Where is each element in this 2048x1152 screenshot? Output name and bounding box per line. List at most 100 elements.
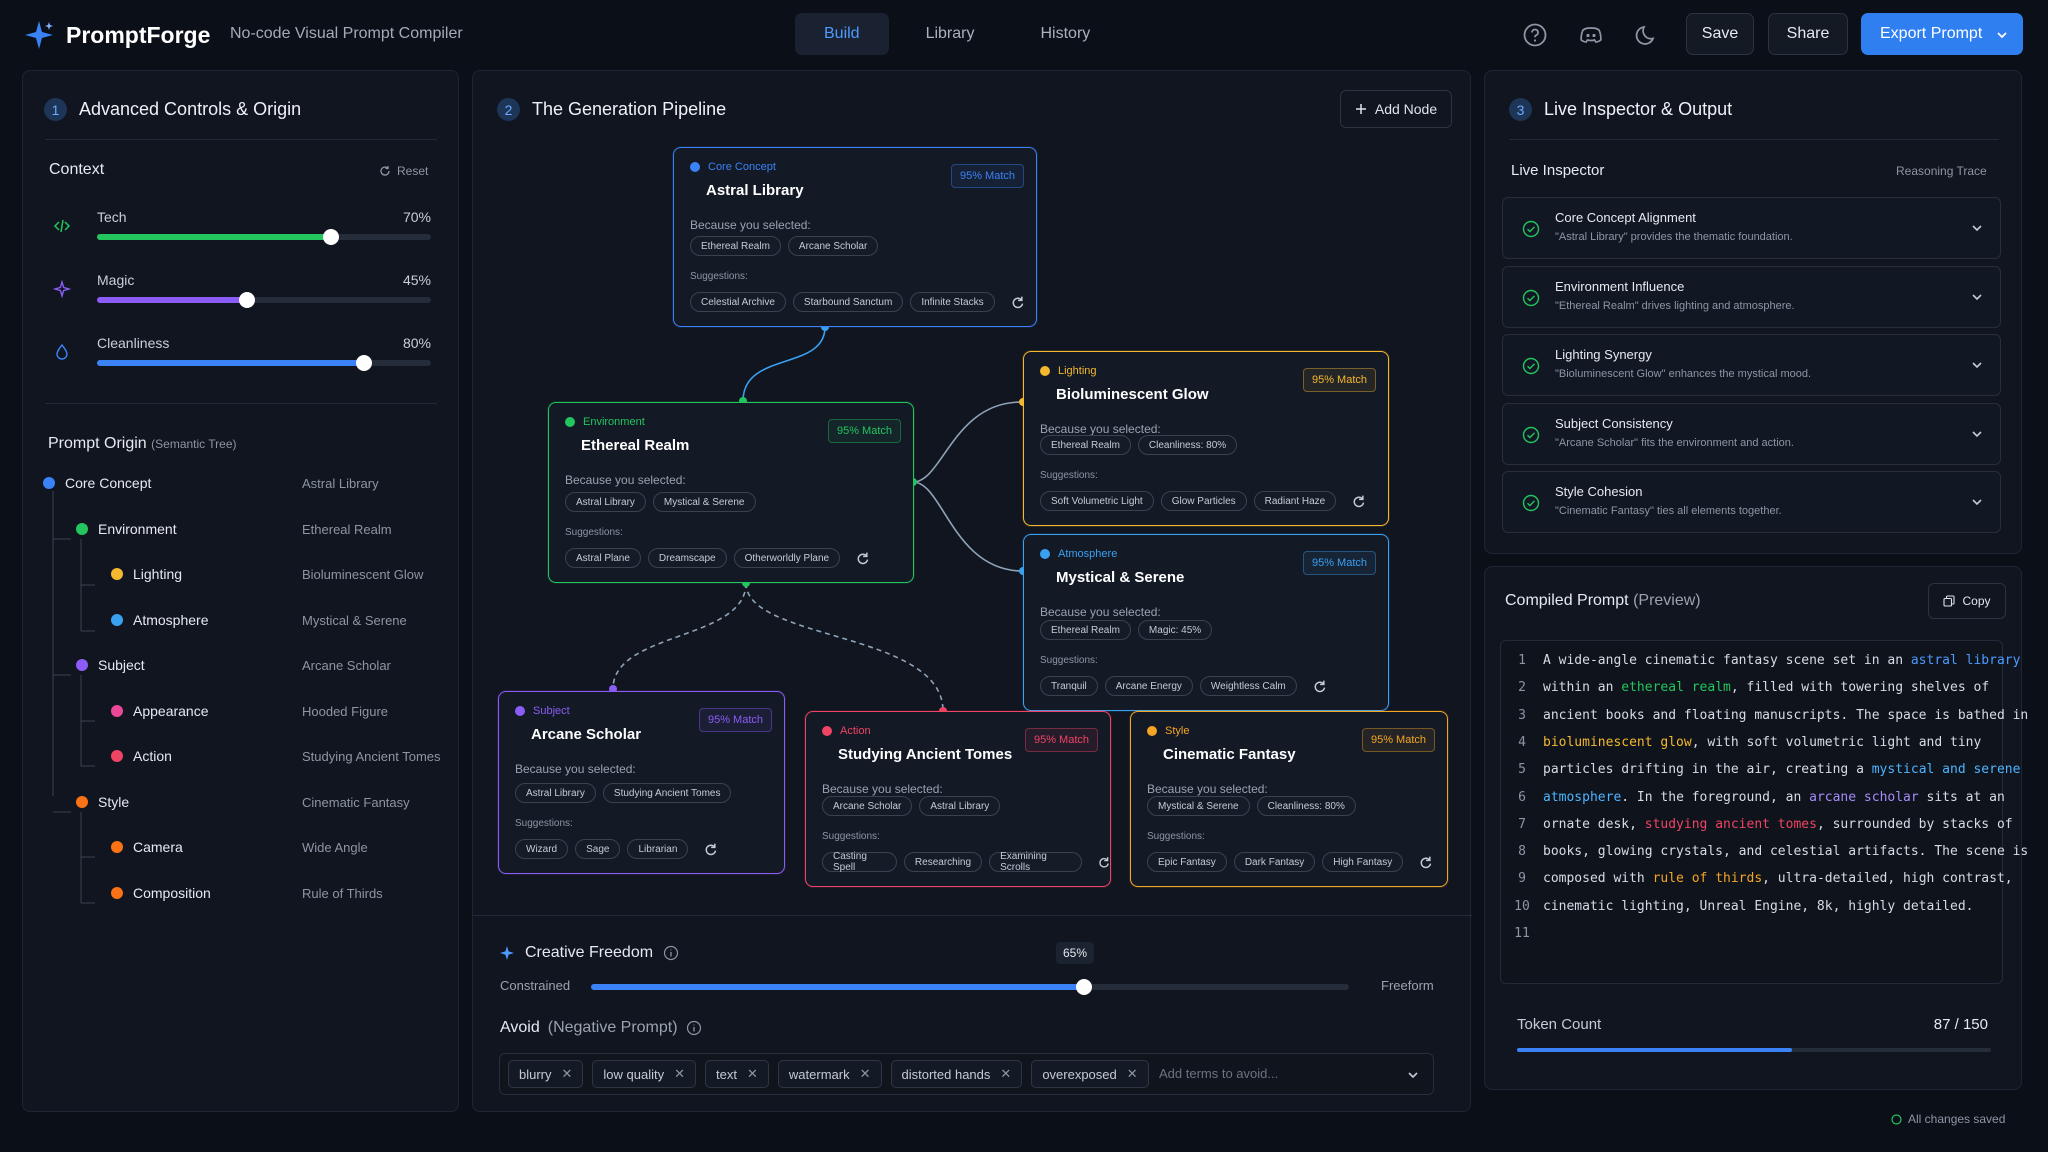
node-action[interactable]: Action Studying Ancient Tomes 95% Match … [805, 711, 1111, 887]
tree-item-atmosphere[interactable]: Atmosphere [111, 612, 208, 628]
compiled-prompt-code[interactable]: 1 A wide-angle cinematic fantasy scene se… [1500, 640, 2028, 984]
avoid-tag[interactable]: low quality ✕ [592, 1060, 697, 1088]
chevron-down-icon[interactable] [1970, 495, 1984, 509]
suggestion-chip[interactable]: Glow Particles [1160, 491, 1247, 511]
suggestion-chip[interactable]: Dreamscape [647, 548, 727, 568]
chevron-down-icon[interactable] [1970, 358, 1984, 372]
avoid-tag[interactable]: watermark ✕ [777, 1060, 882, 1088]
suggestion-chip[interactable]: Infinite Stacks [910, 292, 995, 312]
node-style[interactable]: Style Cinematic Fantasy 95% Match Becaus… [1130, 711, 1448, 887]
avoid-tag[interactable]: blurry ✕ [508, 1060, 584, 1088]
inspector-item[interactable]: Style Cohesion "Cinematic Fantasy" ties … [1502, 471, 2001, 533]
suggestion-chip[interactable]: Dark Fantasy [1233, 852, 1316, 872]
node-atmosphere[interactable]: Atmosphere Mystical & Serene 95% Match B… [1023, 534, 1389, 711]
tree-item-camera[interactable]: Camera [111, 839, 183, 855]
refresh-icon[interactable] [1418, 855, 1432, 869]
tree-item-environment[interactable]: Environment [76, 521, 177, 537]
suggestion-chip[interactable]: Epic Fantasy [1147, 852, 1227, 872]
refresh-icon[interactable] [855, 551, 869, 565]
help-icon[interactable] [1522, 22, 1548, 48]
selected-chip[interactable]: Cleanliness: 80% [1137, 435, 1238, 455]
tree-item-style[interactable]: Style [76, 794, 129, 810]
remove-tag-icon[interactable]: ✕ [1000, 1066, 1011, 1082]
selected-chip[interactable]: Cleanliness: 80% [1256, 796, 1356, 816]
selected-chip[interactable]: Mystical & Serene [652, 492, 756, 512]
selected-chip[interactable]: Astral Library [515, 783, 596, 803]
tree-item-subject[interactable]: Subject [76, 657, 145, 673]
suggestion-chip[interactable]: Arcane Energy [1104, 676, 1193, 696]
tab-library[interactable]: Library [897, 13, 1004, 55]
selected-chip[interactable]: Astral Library [919, 796, 1001, 816]
remove-tag-icon[interactable]: ✕ [747, 1066, 758, 1082]
suggestion-chip[interactable]: Wizard [515, 839, 569, 859]
refresh-icon[interactable] [1010, 295, 1024, 309]
suggestion-chip[interactable]: Examining Scrolls [989, 851, 1083, 873]
copy-button[interactable]: Copy [1928, 583, 2006, 619]
remove-tag-icon[interactable]: ✕ [1127, 1066, 1138, 1082]
avoid-input-box[interactable]: blurry ✕ low quality ✕ text ✕ watermark ✕ distor… [499, 1053, 1434, 1095]
suggestion-chip[interactable]: Starbound Sanctum [792, 292, 904, 312]
tree-item-core-concept[interactable]: Core Concept [43, 475, 151, 491]
inspector-item[interactable]: Lighting Synergy "Bioluminescent Glow" e… [1502, 334, 2001, 396]
suggestion-chip[interactable]: High Fantasy [1322, 852, 1404, 872]
moon-icon[interactable] [1634, 22, 1660, 48]
remove-tag-icon[interactable]: ✕ [562, 1066, 573, 1082]
discord-icon[interactable] [1578, 22, 1604, 48]
selected-chip[interactable]: Mystical & Serene [1147, 796, 1250, 816]
app-logo[interactable]: PromptForge [24, 20, 210, 50]
inspector-item[interactable]: Core Concept Alignment "Astral Library" … [1502, 197, 2001, 259]
inspector-item[interactable]: Environment Influence "Ethereal Realm" d… [1502, 265, 2001, 328]
tree-item-lighting[interactable]: Lighting [111, 566, 182, 582]
avoid-input-placeholder[interactable]: Add terms to avoid... [1159, 1066, 1278, 1081]
export-prompt-button[interactable]: Export Prompt [1861, 13, 2023, 55]
suggestion-chip[interactable]: Tranquil [1040, 676, 1098, 696]
node-environment[interactable]: Environment Ethereal Realm 95% Match Bec… [548, 402, 914, 583]
chevron-down-icon[interactable] [1970, 427, 1984, 441]
reasoning-trace-link[interactable]: Reasoning Trace [1896, 164, 1987, 178]
refresh-icon[interactable] [1097, 855, 1110, 869]
tree-item-action[interactable]: Action [111, 748, 172, 764]
suggestion-chip[interactable]: Radiant Haze [1253, 491, 1337, 511]
selected-chip[interactable]: Astral Library [565, 492, 646, 512]
remove-tag-icon[interactable]: ✕ [674, 1066, 685, 1082]
suggestion-chip[interactable]: Celestial Archive [690, 292, 786, 312]
info-icon[interactable] [663, 945, 679, 961]
suggestion-chip[interactable]: Casting Spell [822, 851, 897, 873]
selected-chip[interactable]: Ethereal Realm [1040, 620, 1131, 640]
chevron-down-icon[interactable] [1970, 221, 1984, 235]
suggestion-chip[interactable]: Sage [575, 839, 621, 859]
suggestion-chip[interactable]: Researching [903, 852, 983, 872]
refresh-icon[interactable] [1351, 494, 1365, 508]
suggestion-chip[interactable]: Otherworldly Plane [733, 548, 841, 568]
tab-build[interactable]: Build [795, 13, 889, 55]
selected-chip[interactable]: Studying Ancient Tomes [602, 783, 732, 803]
remove-tag-icon[interactable]: ✕ [860, 1066, 871, 1082]
tree-item-composition[interactable]: Composition [111, 885, 211, 901]
info-icon[interactable] [686, 1020, 702, 1036]
avoid-tag[interactable]: distorted hands ✕ [890, 1060, 1023, 1088]
chevron-down-icon[interactable] [1407, 1069, 1419, 1081]
node-subject[interactable]: Subject Arcane Scholar 95% Match Because… [498, 691, 785, 874]
suggestion-chip[interactable]: Soft Volumetric Light [1040, 491, 1154, 511]
inspector-item[interactable]: Subject Consistency "Arcane Scholar" fit… [1502, 402, 2001, 465]
suggestion-chip[interactable]: Librarian [627, 839, 689, 859]
avoid-tag[interactable]: text ✕ [705, 1060, 769, 1088]
avoid-tag[interactable]: overexposed ✕ [1031, 1060, 1149, 1088]
tree-item-appearance[interactable]: Appearance [111, 703, 209, 719]
freedom-thumb[interactable] [1075, 979, 1092, 995]
refresh-icon[interactable] [703, 842, 717, 856]
tab-history[interactable]: History [1011, 13, 1119, 55]
share-button[interactable]: Share [1768, 13, 1848, 55]
node-lighting[interactable]: Lighting Bioluminescent Glow 95% Match B… [1023, 351, 1389, 526]
selected-chip[interactable]: Ethereal Realm [1040, 435, 1131, 455]
refresh-icon[interactable] [1312, 679, 1326, 693]
selected-chip[interactable]: Magic: 45% [1137, 620, 1213, 640]
selected-chip[interactable]: Ethereal Realm [690, 236, 781, 256]
chevron-down-icon[interactable] [1970, 290, 1984, 304]
save-button[interactable]: Save [1686, 13, 1754, 55]
selected-chip[interactable]: Arcane Scholar [822, 796, 913, 816]
suggestion-chip[interactable]: Astral Plane [565, 548, 641, 568]
selected-chip[interactable]: Arcane Scholar [787, 236, 879, 256]
creative-freedom-slider[interactable] [591, 979, 1349, 995]
suggestion-chip[interactable]: Weightless Calm [1199, 676, 1297, 696]
